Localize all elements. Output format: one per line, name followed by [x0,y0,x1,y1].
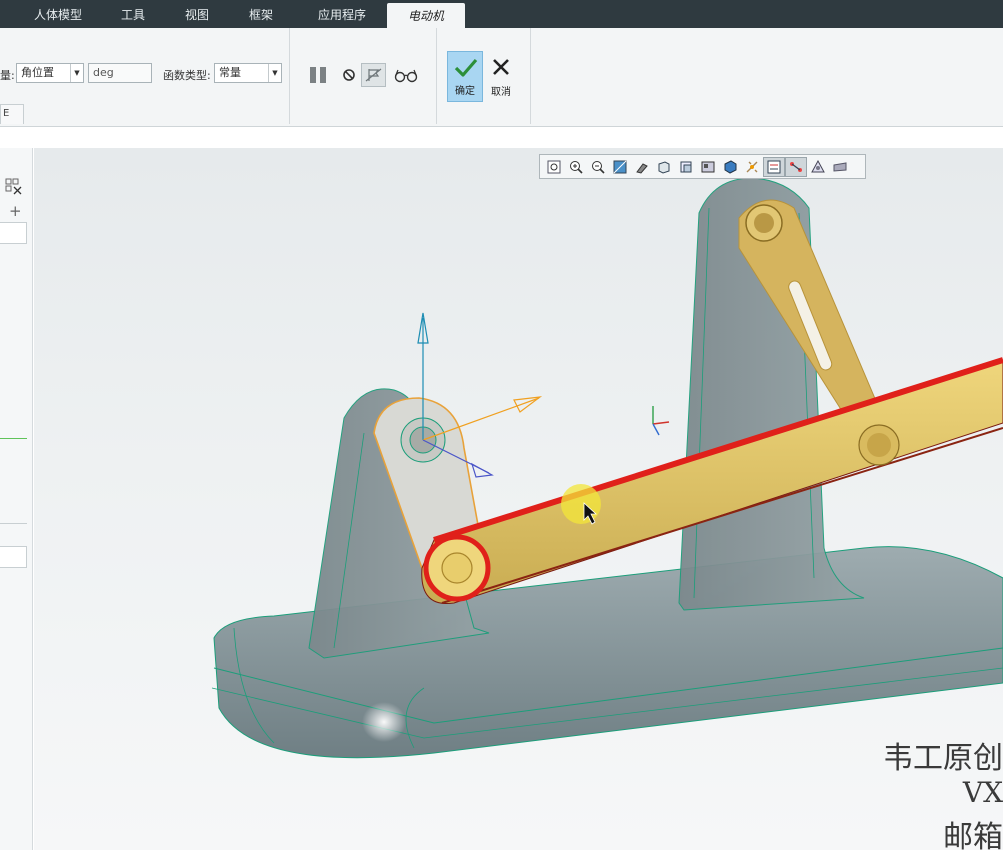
glasses-icon[interactable] [392,65,420,85]
quantity-label: 量: [0,69,15,82]
cancel-button[interactable]: 取消 [484,51,518,102]
repaint-icon[interactable] [609,157,631,177]
add-icon[interactable]: + [9,202,22,220]
checkmark-icon [454,58,478,77]
section-icon[interactable] [829,157,851,177]
ribbon-tab-bar: 人体模型 工具 视图 框架 应用程序 电动机 [0,0,1003,28]
graphics-viewport[interactable]: 韦工原创 VX 邮箱 [34,148,1003,850]
simulation-display-icon[interactable] [807,157,829,177]
annotation-display-icon[interactable] [763,156,785,177]
x-icon [493,59,509,75]
display-style-icon[interactable] [653,157,675,177]
left-panel-green-line [0,438,27,439]
coordinate-system-icon [652,406,670,436]
left-panel-field[interactable] [0,546,27,568]
quantity-select-value: 角位置 [21,66,54,79]
mechanism-model[interactable] [34,148,1003,850]
motor-ribbon: 量: 角位置 ▼ deg 函数类型: 常量 ▼ 确定 取消 E [0,28,1003,127]
filter-icon[interactable] [5,178,23,196]
left-panel-field[interactable] [0,222,27,244]
chevron-down-icon: ▼ [70,64,83,82]
saved-orientations-icon[interactable] [675,157,697,177]
cursor-highlight [561,484,601,524]
datum-display-icon[interactable] [719,157,741,177]
joint-axes-icon[interactable] [785,156,807,177]
chevron-down-icon: ▼ [268,64,281,82]
unit-field[interactable]: deg [88,63,152,83]
no-entry-icon[interactable] [340,66,358,84]
tab-applications[interactable]: 应用程序 [302,0,382,28]
ribbon-lower-tab[interactable]: E [0,104,24,124]
named-views-icon[interactable] [697,157,719,177]
spin-center-icon[interactable] [741,157,763,177]
tab-human-model[interactable]: 人体模型 [22,0,94,28]
ribbon-separator [289,28,290,124]
quantity-select[interactable]: 角位置 ▼ [16,63,84,83]
ribbon-separator [530,28,531,124]
left-panel-divider [0,523,27,524]
function-type-select[interactable]: 常量 ▼ [214,63,282,83]
zoom-in-icon[interactable] [565,157,587,177]
confirm-label: 确定 [455,86,475,97]
confirm-button[interactable]: 确定 [447,51,483,102]
function-type-select-value: 常量 [219,66,241,79]
view-manager-icon[interactable] [631,157,653,177]
left-panel: + [0,148,33,850]
watermark-line-1: 韦工原创 [883,741,1003,776]
watermark-line-2: VX [962,776,1003,809]
tab-frame[interactable]: 框架 [236,0,286,28]
watermark-line-3: 邮箱 [943,820,1003,850]
function-type-label: 函数类型: [163,69,211,82]
ribbon-separator [436,28,437,124]
tab-view[interactable]: 视图 [172,0,222,28]
pause-icon[interactable] [306,64,330,86]
zoom-out-icon[interactable] [587,157,609,177]
cancel-label: 取消 [491,87,511,98]
graphics-toolbar [539,154,866,179]
tab-motor[interactable]: 电动机 [387,3,465,28]
disabled-flag-icon[interactable] [361,63,386,87]
zoom-fit-icon[interactable] [543,157,565,177]
tab-tools[interactable]: 工具 [108,0,158,28]
